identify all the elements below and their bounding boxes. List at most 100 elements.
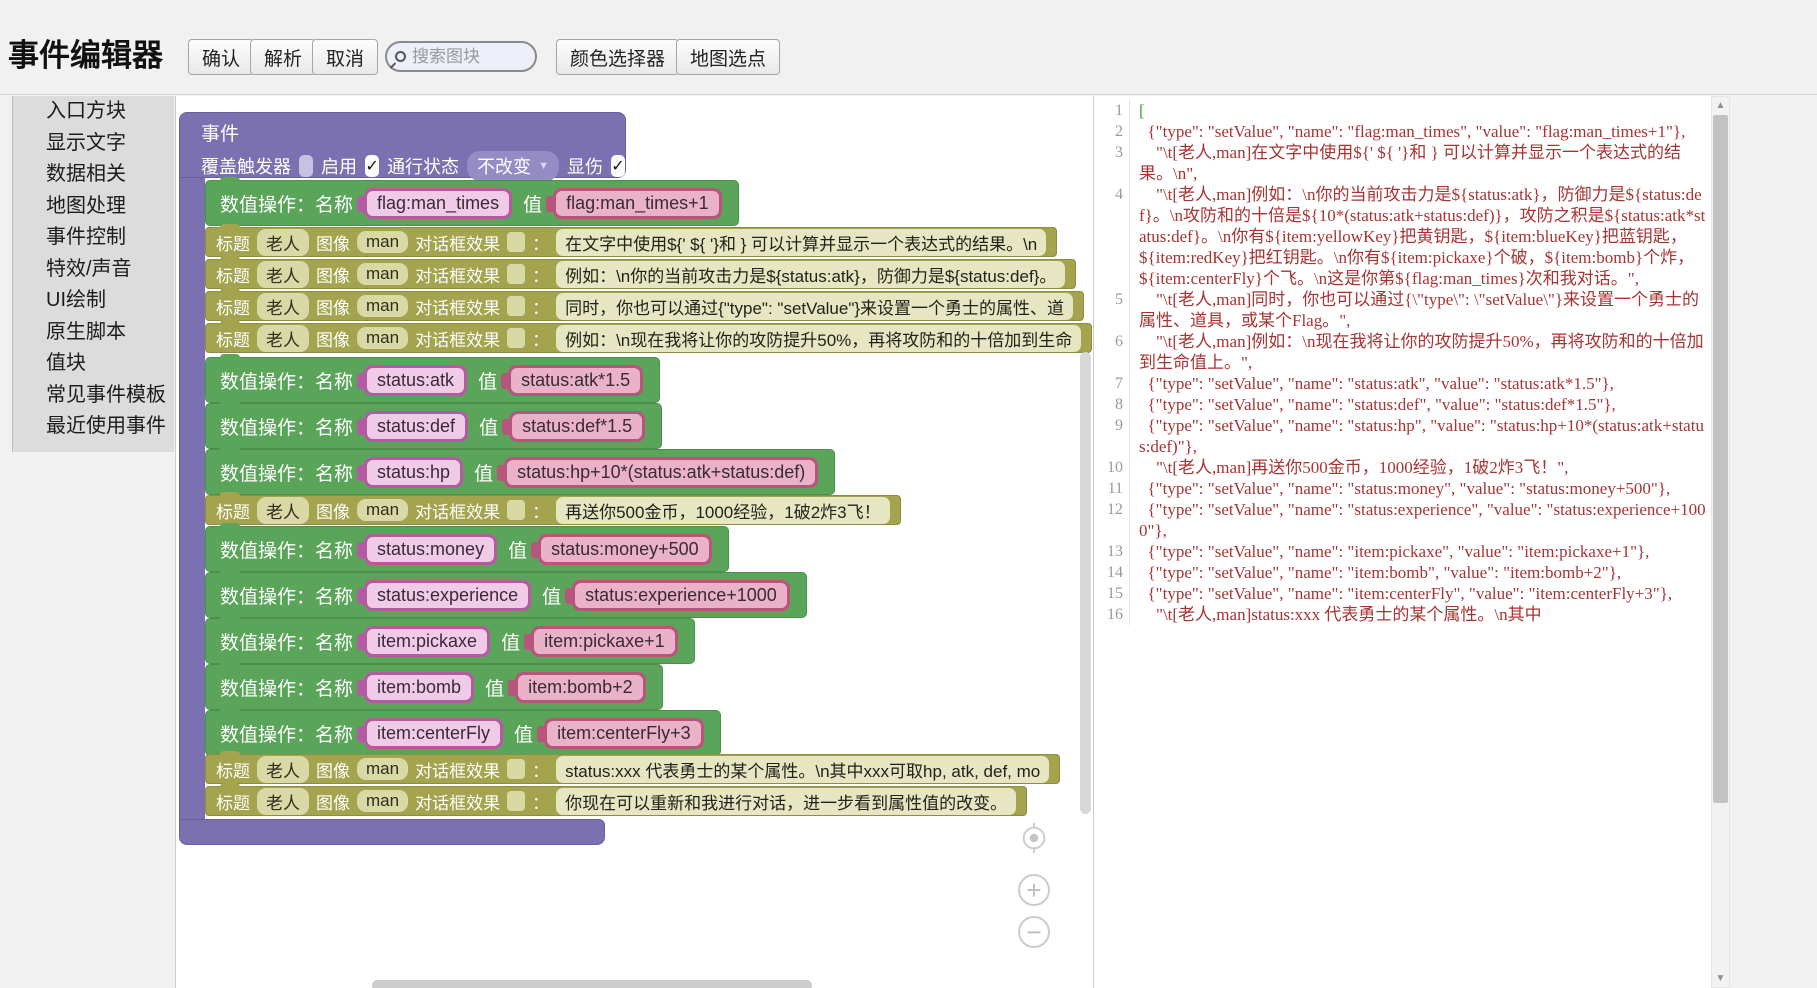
image-chip[interactable]: man — [357, 231, 408, 253]
effect-field[interactable] — [507, 759, 525, 779]
toolbox-item-value-blocks[interactable]: 值块 — [13, 348, 174, 380]
name-chip[interactable]: item:bomb — [364, 672, 474, 703]
name-chip[interactable]: status:atk — [364, 365, 467, 396]
text-field[interactable]: status:xxx 代表勇士的某个属性。\n其中xxx可取hp, atk, d… — [556, 756, 1049, 783]
block-setvalue[interactable]: 数值操作：名称 status:hp 值 status:hp+10*(status… — [205, 449, 835, 495]
value-chip[interactable]: item:bomb+2 — [515, 672, 646, 703]
image-chip[interactable]: man — [357, 295, 408, 317]
toolbox-item-native-script[interactable]: 原生脚本 — [13, 317, 174, 349]
value-chip[interactable]: status:def*1.5 — [509, 411, 645, 442]
blockly-workspace[interactable]: 事件 覆盖触发器 启用 ✓ 通行状态 不改变 ▼ 显伤 ✓ 数值操作：名称 fl… — [175, 96, 1093, 988]
workspace-vertical-scrollbar[interactable] — [1080, 352, 1091, 814]
name-chip[interactable]: status:experience — [364, 580, 531, 611]
block-text[interactable]: 标题 老人 图像 man 对话框效果 ： status:xxx 代表勇士的某个属… — [205, 754, 1060, 784]
block-text[interactable]: 标题 老人 图像 man 对话框效果 ： 例如：\n现在我将让你的攻防提升50%… — [205, 323, 1092, 353]
toolbox-item-entry[interactable]: 入口方块 — [13, 96, 174, 128]
toolbox-item-fx-sound[interactable]: 特效/声音 — [13, 254, 174, 286]
enable-checkbox[interactable]: ✓ — [365, 155, 379, 177]
toolbox-item-data[interactable]: 数据相关 — [13, 159, 174, 191]
name-chip[interactable]: item:centerFly — [364, 718, 503, 749]
recenter-button[interactable] — [1018, 822, 1050, 854]
image-chip[interactable]: man — [357, 758, 408, 780]
image-chip[interactable]: man — [357, 790, 408, 812]
color-picker-button[interactable]: 颜色选择器 — [556, 39, 679, 75]
block-setvalue[interactable]: 数值操作：名称 item:bomb 值 item:bomb+2 — [205, 664, 663, 710]
scrollbar-thumb[interactable] — [1713, 115, 1728, 803]
event-block-header[interactable]: 事件 覆盖触发器 启用 ✓ 通行状态 不改变 ▼ 显伤 ✓ — [179, 112, 626, 178]
speaker-chip[interactable]: 老人 — [257, 229, 309, 256]
name-chip[interactable]: status:hp — [364, 457, 463, 488]
confirm-button[interactable]: 确认 — [188, 39, 254, 75]
speaker-chip[interactable]: 老人 — [257, 293, 309, 320]
name-chip[interactable]: flag:man_times — [364, 188, 512, 219]
toolbox-item-ui-draw[interactable]: UI绘制 — [13, 285, 174, 317]
text-field[interactable]: 再送你500金币，1000经验，1破2炸3飞！ — [556, 497, 890, 524]
speaker-chip[interactable]: 老人 — [257, 261, 309, 288]
speaker-chip[interactable]: 老人 — [257, 756, 309, 783]
zoom-out-button[interactable]: − — [1018, 916, 1050, 948]
pass-state-dropdown[interactable]: 不改变 ▼ — [467, 151, 559, 181]
value-chip[interactable]: flag:man_times+1 — [553, 188, 722, 219]
block-text[interactable]: 标题 老人 图像 man 对话框效果 ： 同时，你也可以通过{"type": "… — [205, 291, 1084, 321]
speaker-chip[interactable]: 老人 — [257, 788, 309, 815]
block-text[interactable]: 标题 老人 图像 man 对话框效果 ： 你现在可以重新和我进行对话，进一步看到… — [205, 786, 1027, 816]
effect-field[interactable] — [507, 296, 525, 316]
damage-checkbox[interactable]: ✓ — [611, 155, 625, 177]
value-chip[interactable]: status:experience+1000 — [572, 580, 790, 611]
toolbox-item-templates[interactable]: 常见事件模板 — [13, 380, 174, 412]
event-block-spine — [179, 178, 205, 820]
toolbox-item-event-control[interactable]: 事件控制 — [13, 222, 174, 254]
block-setvalue[interactable]: 数值操作：名称 flag:man_times 值 flag:man_times+… — [205, 180, 739, 226]
speaker-chip[interactable]: 老人 — [257, 325, 309, 352]
code-panel-scrollbar[interactable]: ▲ ▼ — [1711, 96, 1730, 988]
block-setvalue[interactable]: 数值操作：名称 item:pickaxe 值 item:pickaxe+1 — [205, 618, 695, 664]
name-chip[interactable]: status:money — [364, 534, 497, 565]
effect-field[interactable] — [507, 264, 525, 284]
search-input[interactable] — [412, 47, 522, 67]
enable-label: 启用 — [321, 153, 357, 179]
event-json-editor[interactable]: 1[ 2 {"type": "setValue", "name": "flag:… — [1093, 96, 1711, 988]
block-setvalue[interactable]: 数值操作：名称 status:atk 值 status:atk*1.5 — [205, 357, 660, 403]
value-chip[interactable]: status:money+500 — [538, 534, 712, 565]
block-text[interactable]: 标题 老人 图像 man 对话框效果 ： 例如：\n你的当前攻击力是${stat… — [205, 259, 1076, 289]
scroll-up-arrow-icon[interactable]: ▲ — [1712, 97, 1729, 114]
text-field[interactable]: 例如：\n你的当前攻击力是${status:atk}，防御力是${status:… — [556, 261, 1065, 288]
value-chip[interactable]: item:centerFly+3 — [544, 718, 704, 749]
scroll-down-arrow-icon[interactable]: ▼ — [1712, 970, 1729, 987]
image-chip[interactable]: man — [357, 499, 408, 521]
name-chip[interactable]: item:pickaxe — [364, 626, 490, 657]
speaker-chip[interactable]: 老人 — [257, 497, 309, 524]
text-field[interactable]: 你现在可以重新和我进行对话，进一步看到属性值的改变。 — [556, 788, 1016, 815]
effect-field[interactable] — [507, 232, 525, 252]
toolbox-item-recent[interactable]: 最近使用事件 — [13, 411, 174, 443]
effect-field[interactable] — [507, 500, 525, 520]
block-text[interactable]: 标题 老人 图像 man 对话框效果 ： 再送你500金币，1000经验，1破2… — [205, 495, 901, 525]
value-chip[interactable]: status:atk*1.5 — [508, 365, 643, 396]
toolbox-item-map[interactable]: 地图处理 — [13, 191, 174, 223]
text-field[interactable]: 例如：\n现在我将让你的攻防提升50%，再将攻防和的十倍加到生命 — [556, 325, 1081, 352]
image-chip[interactable]: man — [357, 327, 408, 349]
block-setvalue[interactable]: 数值操作：名称 status:def 值 status:def*1.5 — [205, 403, 662, 449]
zoom-in-button[interactable]: + — [1018, 874, 1050, 906]
parse-button[interactable]: 解析 — [250, 39, 316, 75]
toolbox-item-show-text[interactable]: 显示文字 — [13, 128, 174, 160]
name-chip[interactable]: status:def — [364, 411, 468, 442]
effect-field[interactable] — [507, 791, 525, 811]
text-field[interactable]: 同时，你也可以通过{"type": "setValue"}来设置一个勇士的属性、… — [556, 293, 1073, 320]
block-setvalue[interactable]: 数值操作：名称 item:centerFly 值 item:centerFly+… — [205, 710, 721, 756]
block-search[interactable] — [385, 41, 537, 72]
event-editor-app: 事件编辑器 确认 解析 取消 颜色选择器 地图选点 入口方块 显示文字 数据相关… — [0, 0, 1817, 988]
block-setvalue[interactable]: 数值操作：名称 status:money 值 status:money+500 — [205, 526, 729, 572]
trigger-checkbox[interactable] — [299, 155, 313, 177]
value-chip[interactable]: status:hp+10*(status:atk+status:def) — [504, 457, 818, 488]
block-setvalue[interactable]: 数值操作：名称 status:experience 值 status:exper… — [205, 572, 807, 618]
block-text[interactable]: 标题 老人 图像 man 对话框效果 ： 在文字中使用${' ${ '}和 } … — [205, 227, 1057, 257]
effect-field[interactable] — [507, 328, 525, 348]
cancel-button[interactable]: 取消 — [312, 39, 378, 75]
page-title: 事件编辑器 — [8, 30, 163, 75]
workspace-horizontal-scrollbar[interactable] — [372, 980, 812, 988]
map-pick-button[interactable]: 地图选点 — [676, 39, 780, 75]
image-chip[interactable]: man — [357, 263, 408, 285]
value-chip[interactable]: item:pickaxe+1 — [531, 626, 678, 657]
text-field[interactable]: 在文字中使用${' ${ '}和 } 可以计算并显示一个表达式的结果。\n — [556, 229, 1046, 256]
